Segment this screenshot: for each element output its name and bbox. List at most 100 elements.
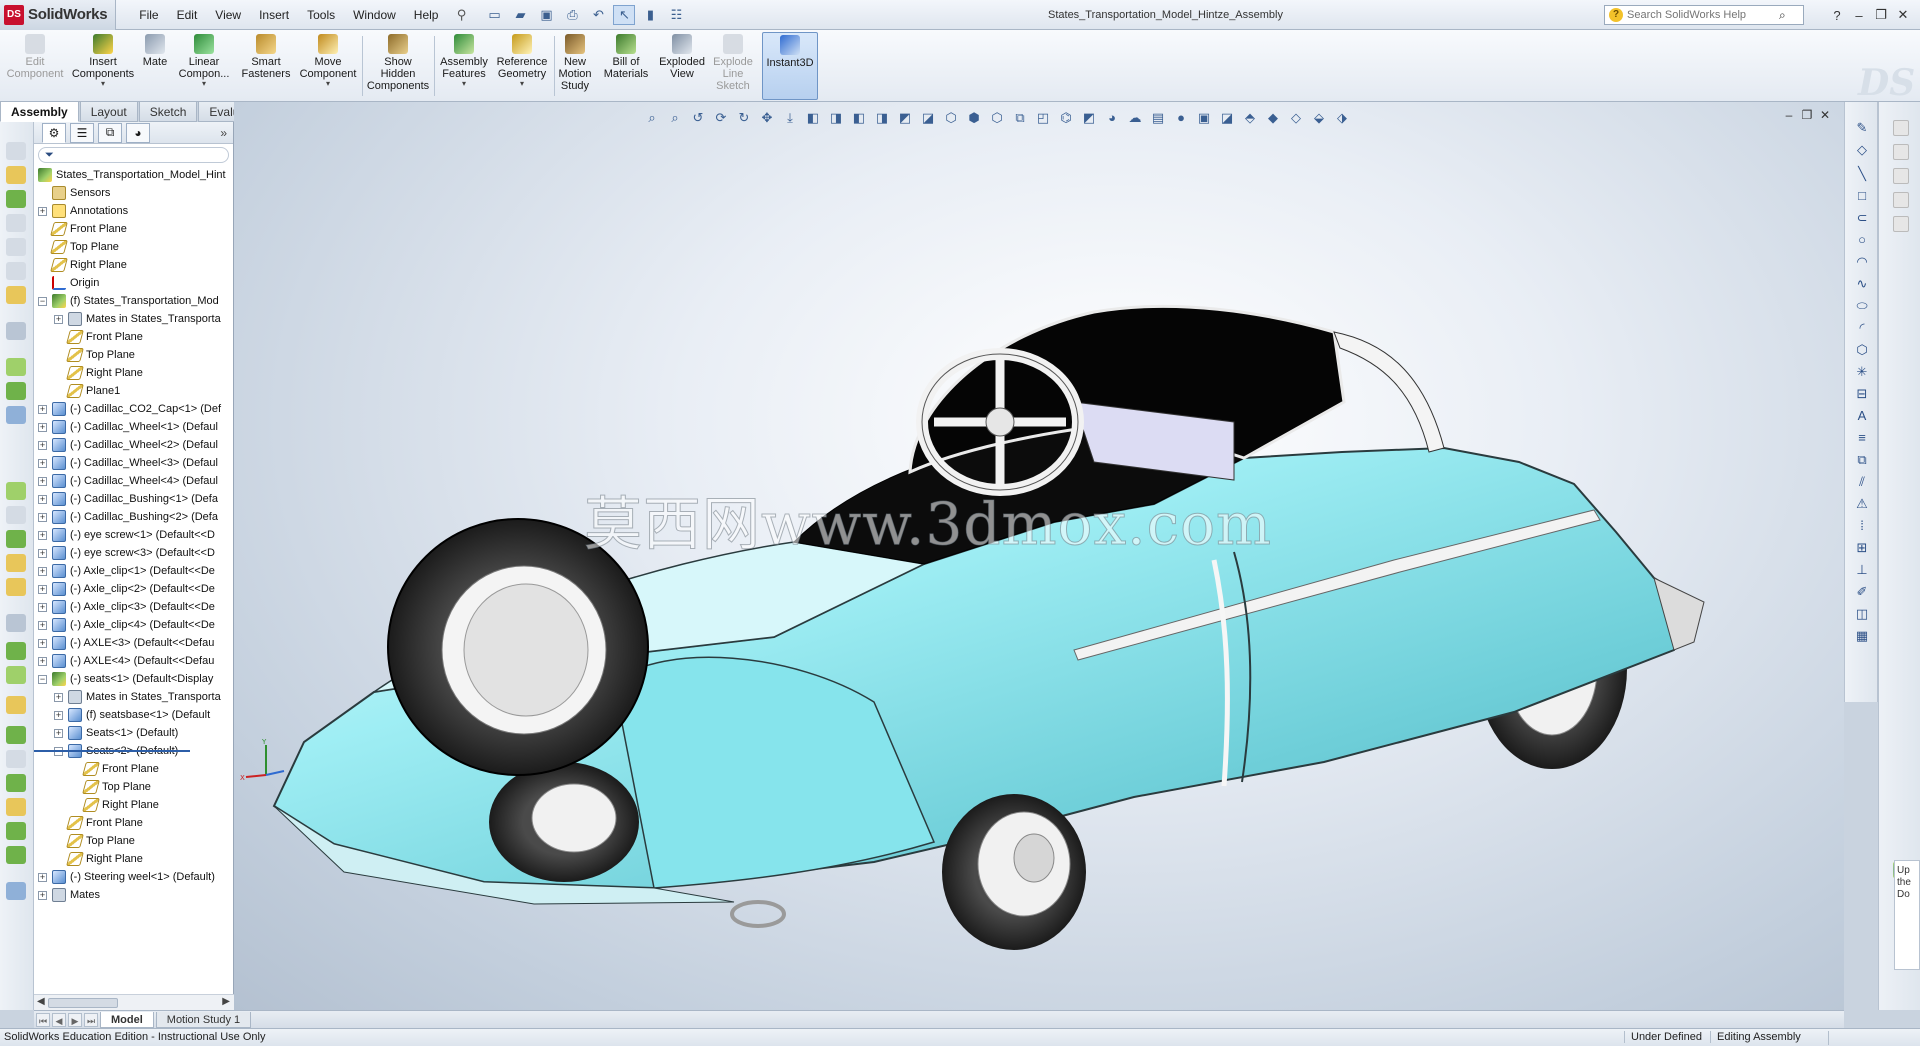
toolbar-icon[interactable] xyxy=(6,142,26,160)
toolbar-icon[interactable] xyxy=(6,578,26,596)
tree-item[interactable]: + (-) eye screw<3> (Default<<D xyxy=(34,544,233,562)
menu-file[interactable]: File xyxy=(130,0,167,30)
expand-icon[interactable]: + xyxy=(38,441,47,450)
toolbar-icon[interactable] xyxy=(6,846,26,864)
tree-item[interactable]: + (-) Axle_clip<2> (Default<<De xyxy=(34,580,233,598)
horizontal-scrollbar[interactable]: ◀ ▶ xyxy=(34,994,234,1010)
toolbar-icon[interactable] xyxy=(6,190,26,208)
tree-item[interactable]: Front Plane xyxy=(34,760,233,778)
instant3d-button[interactable]: Instant3D xyxy=(762,32,818,100)
fillet-icon[interactable]: ◜ xyxy=(1853,320,1871,336)
toolbar-icon[interactable] xyxy=(6,750,26,768)
collapse-icon[interactable]: − xyxy=(38,297,47,306)
tab-layout[interactable]: Layout xyxy=(79,102,138,122)
tree-item[interactable]: − (-) seats<1> (Default<Display xyxy=(34,670,233,688)
offset-entities-icon[interactable]: ⫽ xyxy=(1853,474,1871,490)
feature-tree-tab-icon[interactable]: ⚙ xyxy=(42,122,66,143)
expand-icon[interactable]: + xyxy=(38,459,47,468)
toolbar-icon[interactable] xyxy=(6,506,26,524)
minimize-icon[interactable]: – xyxy=(1848,8,1870,23)
tree-item[interactable]: Front Plane xyxy=(34,220,233,238)
move-entities-icon[interactable]: ⊞ xyxy=(1853,540,1871,556)
assembly-features-button[interactable]: Assembly Features ▾ xyxy=(438,32,490,100)
new-document-icon[interactable]: ▭ xyxy=(483,5,505,25)
toolbar-icon[interactable] xyxy=(6,262,26,280)
menu-window[interactable]: Window xyxy=(344,0,405,30)
toolbar-icon[interactable] xyxy=(6,696,26,714)
tree-item[interactable]: + (-) Cadillac_Bushing<2> (Defa xyxy=(34,508,233,526)
menu-edit[interactable]: Edit xyxy=(168,0,207,30)
tree-item[interactable]: + (-) AXLE<4> (Default<<Defau xyxy=(34,652,233,670)
centerline-icon[interactable]: ⊟ xyxy=(1853,386,1871,402)
tree-filter[interactable]: ⏷ xyxy=(38,147,229,163)
save-icon[interactable]: ▣ xyxy=(535,5,557,25)
mirror-icon[interactable]: ⚠ xyxy=(1853,496,1871,512)
linear-component-pattern-button[interactable]: Linear Compon... ▾ xyxy=(176,32,232,100)
tree-item[interactable]: + (-) Cadillac_Bushing<1> (Defa xyxy=(34,490,233,508)
bill-of-materials-button[interactable]: Bill of Materials xyxy=(598,32,654,100)
graphics-area[interactable]: ⌕ ⌕ ↺ ⟳ ↻ ✥ ⤓ ◧ ◨ ◧ ◨ ◩ ◪ ⬡ ⬢ ⬡ ⧉ ◰ ⌬ ◩ … xyxy=(234,102,1844,1010)
tree-item[interactable]: Plane1 xyxy=(34,382,233,400)
tree-item[interactable]: Right Plane xyxy=(34,256,233,274)
dropdown-arrow-icon[interactable]: ▾ xyxy=(70,80,136,88)
expand-icon[interactable]: + xyxy=(38,531,47,540)
design-library-icon[interactable] xyxy=(1893,144,1909,160)
expand-icon[interactable]: + xyxy=(38,603,47,612)
tree-item[interactable]: Right Plane xyxy=(34,364,233,382)
toolbar-icon[interactable] xyxy=(6,822,26,840)
tree-item[interactable]: + (-) Steering weel<1> (Default) xyxy=(34,868,233,886)
tree-item[interactable]: + (-) Cadillac_Wheel<2> (Defaul xyxy=(34,436,233,454)
rapid-sketch-icon[interactable]: ▦ xyxy=(1853,628,1871,644)
open-folder-icon[interactable]: ▰ xyxy=(509,5,531,25)
close-icon[interactable]: ✕ xyxy=(1892,7,1914,23)
expand-icon[interactable]: + xyxy=(38,639,47,648)
toolbar-icon[interactable] xyxy=(6,798,26,816)
quick-snaps-icon[interactable]: ◫ xyxy=(1853,606,1871,622)
help-icon[interactable]: ? xyxy=(1826,8,1848,23)
configuration-manager-tab-icon[interactable]: ⧉ xyxy=(98,122,122,143)
display-manager-tab-icon[interactable]: ◕ xyxy=(126,122,150,143)
toolbar-icon[interactable] xyxy=(6,166,26,184)
expand-icon[interactable]: + xyxy=(54,693,63,702)
plane-icon[interactable]: ≡ xyxy=(1853,430,1871,446)
undo-icon[interactable]: ↶ xyxy=(587,5,609,25)
collapse-icon[interactable]: − xyxy=(38,675,47,684)
mate-button[interactable]: Mate xyxy=(140,32,170,100)
convert-entities-icon[interactable]: ⧉ xyxy=(1853,452,1871,468)
tree-item[interactable]: + (-) Cadillac_Wheel<4> (Defaul xyxy=(34,472,233,490)
tree-item[interactable]: + (-) Axle_clip<3> (Default<<De xyxy=(34,598,233,616)
repair-sketch-icon[interactable]: ✐ xyxy=(1853,584,1871,600)
slot-icon[interactable]: ⊂ xyxy=(1853,210,1871,226)
solidworks-logo[interactable]: DS SolidWorks xyxy=(0,0,117,30)
file-explorer-icon[interactable] xyxy=(1893,168,1909,184)
reference-triad-icon[interactable]: Y X xyxy=(240,737,290,787)
sketch-icon[interactable]: ✎ xyxy=(1853,120,1871,136)
edit-component-button[interactable]: Edit Component xyxy=(4,32,66,100)
tree-item[interactable]: Right Plane xyxy=(34,850,233,868)
toolbar-icon[interactable] xyxy=(6,642,26,660)
select-cursor-icon[interactable]: ↖ xyxy=(613,4,636,25)
tree-item[interactable]: + Mates in States_Transporta xyxy=(34,310,233,328)
property-manager-tab-icon[interactable]: ☰ xyxy=(70,122,94,143)
dropdown-arrow-icon[interactable]: ▾ xyxy=(298,80,358,88)
tab-sketch[interactable]: Sketch xyxy=(138,102,198,122)
smart-dimension-icon[interactable]: ◇ xyxy=(1853,142,1871,158)
view-palette-icon[interactable] xyxy=(1893,192,1909,208)
tree-item[interactable]: + (-) eye screw<1> (Default<<D xyxy=(34,526,233,544)
options-icon[interactable]: ☷ xyxy=(665,5,687,25)
dropdown-arrow-icon[interactable]: ▾ xyxy=(438,80,490,88)
toolbar-icon[interactable] xyxy=(6,286,26,304)
scroll-right-icon[interactable]: ▶ xyxy=(222,996,230,1007)
expand-panel-icon[interactable]: » xyxy=(220,126,227,140)
toolbar-icon[interactable] xyxy=(6,882,26,900)
expand-icon[interactable]: + xyxy=(54,315,63,324)
tree-item[interactable]: + Mates xyxy=(34,886,233,904)
smart-fasteners-button[interactable]: Smart Fasteners xyxy=(238,32,294,100)
insert-components-button[interactable]: Insert Components ▾ xyxy=(70,32,136,100)
tree-item[interactable]: Top Plane xyxy=(34,346,233,364)
new-motion-study-button[interactable]: New Motion Study xyxy=(558,32,592,100)
search-icon[interactable]: ⌕ xyxy=(1779,8,1786,23)
expand-icon[interactable]: + xyxy=(38,891,47,900)
reference-geometry-button[interactable]: Reference Geometry ▾ xyxy=(494,32,550,100)
rebuild-icon[interactable]: ▮ xyxy=(639,5,661,25)
